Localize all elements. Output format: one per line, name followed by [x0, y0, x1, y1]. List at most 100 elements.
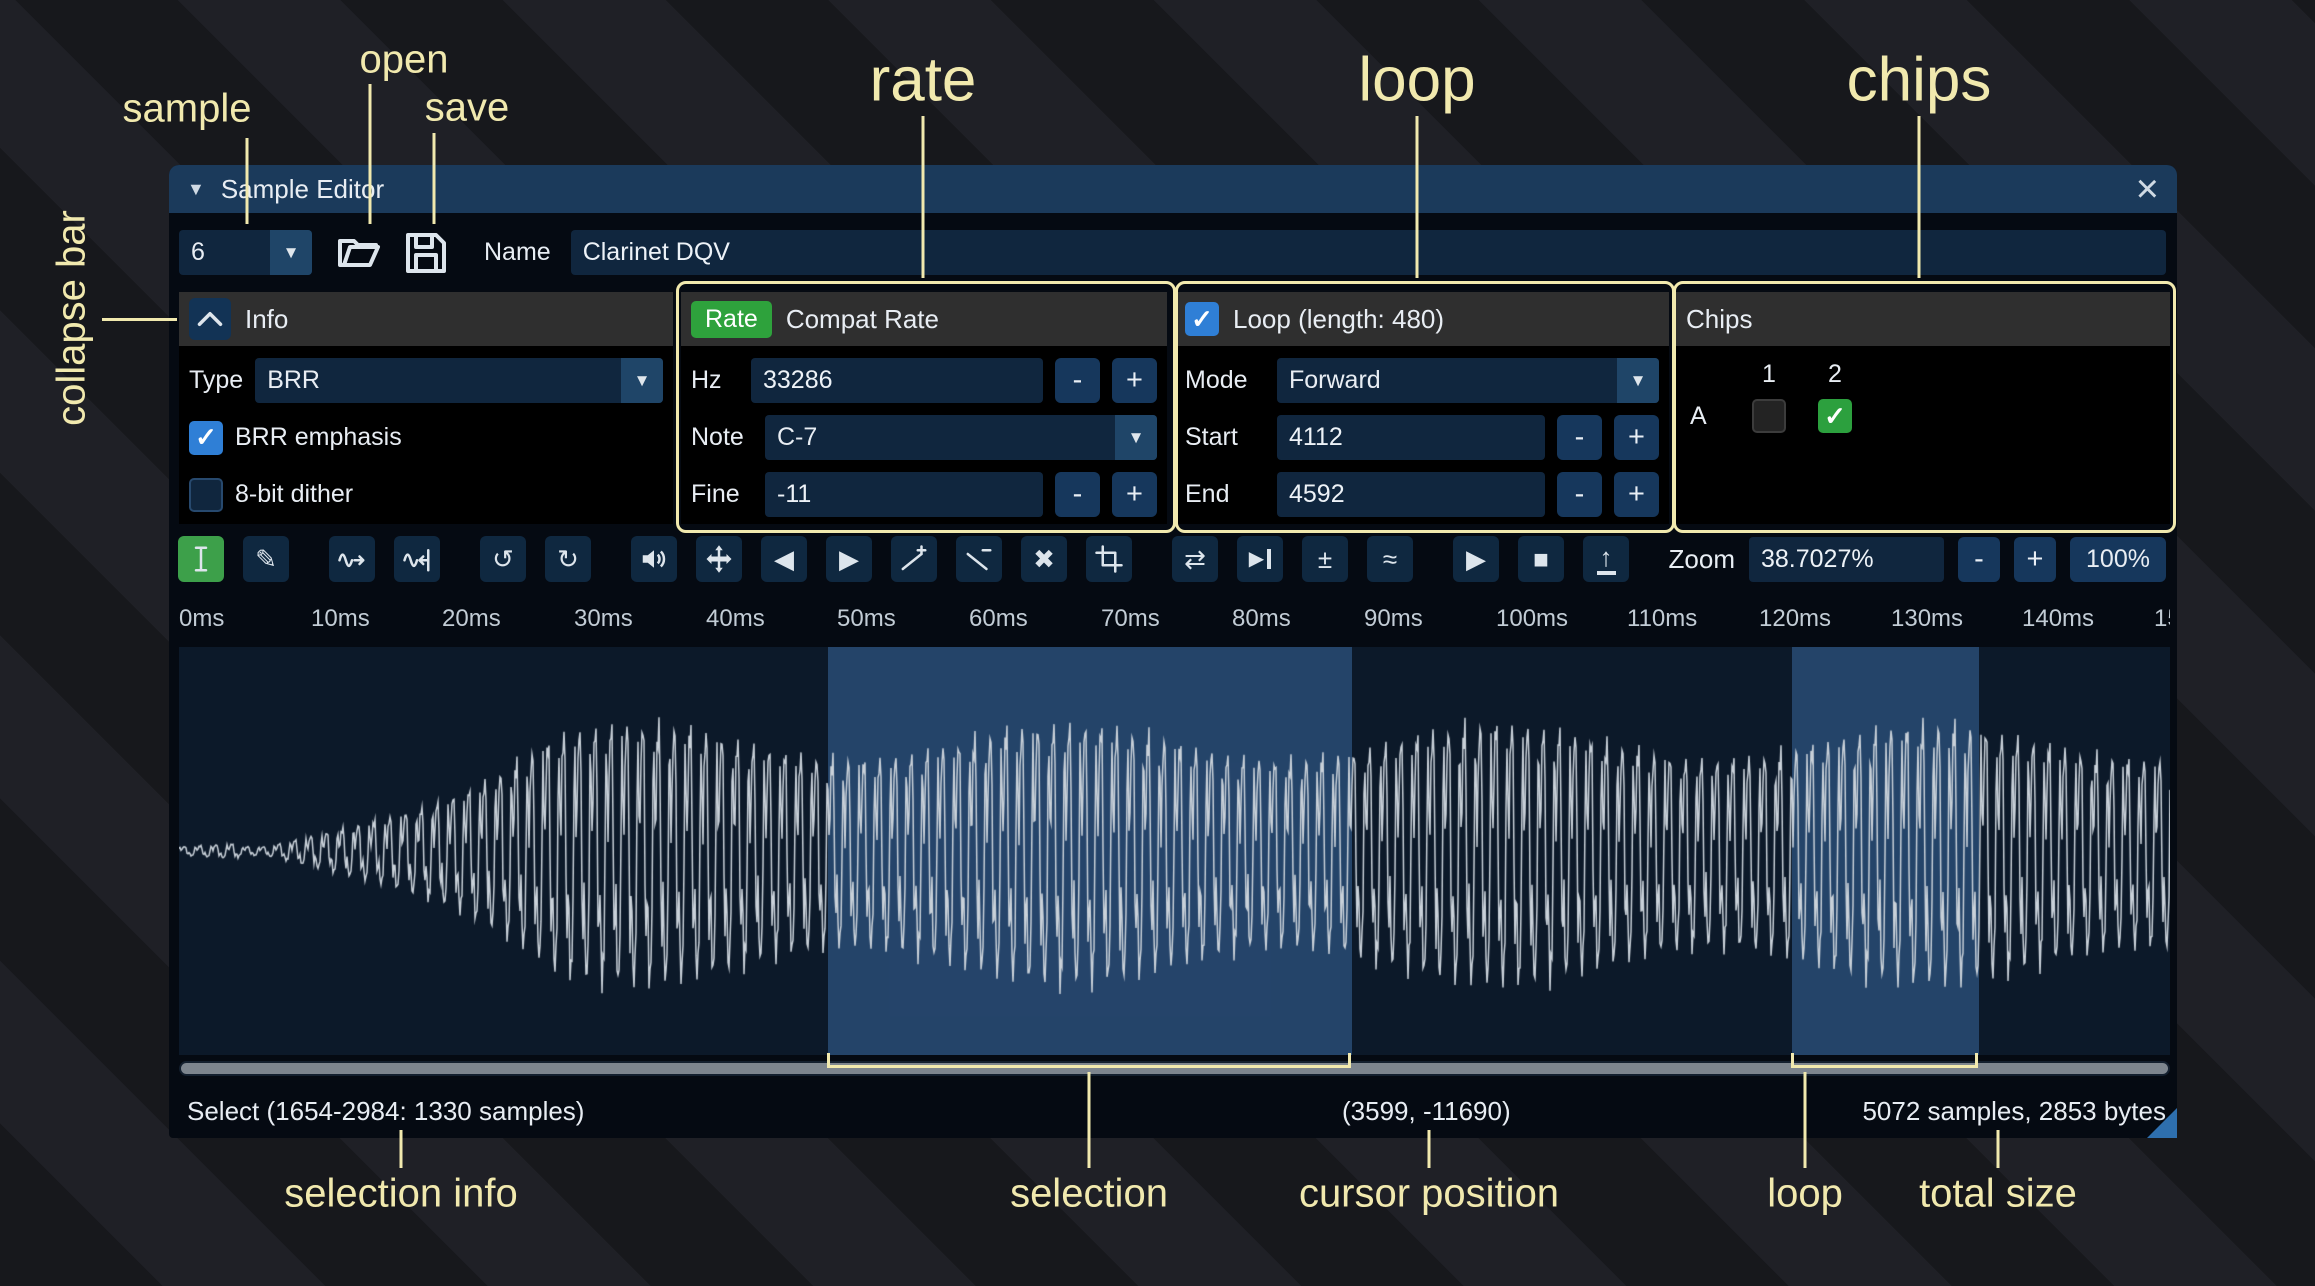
- chevron-down-icon[interactable]: ▼: [621, 358, 663, 403]
- stop-icon: ■: [1533, 544, 1549, 575]
- annotation-cursor-position: cursor position: [1299, 1172, 1559, 1217]
- open-button[interactable]: [336, 230, 384, 275]
- normalize-button[interactable]: [696, 536, 742, 582]
- pencil-icon: ✎: [255, 544, 277, 575]
- ruler-label: 70ms: [1101, 605, 1160, 633]
- type-dropdown[interactable]: BRR ▼: [255, 358, 663, 403]
- save-button[interactable]: [402, 230, 450, 275]
- resample-button[interactable]: [394, 536, 440, 582]
- header-row: 6 ▼ Name Clarinet DQV: [169, 228, 2177, 277]
- draw-tool-button[interactable]: ✎: [243, 536, 289, 582]
- sign-invert-button[interactable]: ±: [1302, 536, 1348, 582]
- zoom-input[interactable]: 38.7027%: [1749, 537, 1944, 582]
- ruler-label: 30ms: [574, 605, 633, 633]
- time-ruler[interactable]: 0ms 10ms 20ms 30ms 40ms 50ms 60ms 70ms 8…: [179, 599, 2170, 641]
- four-arrows-icon: [704, 544, 734, 574]
- close-icon[interactable]: ×: [2136, 169, 2159, 209]
- ruler-label: 140ms: [2022, 605, 2094, 633]
- swap-arrows-icon: ⇄: [1184, 544, 1206, 575]
- select-tool-button[interactable]: [178, 536, 224, 582]
- sample-number-value: 6: [179, 230, 270, 275]
- open-folder-icon: [336, 229, 384, 277]
- annotation-save: save: [425, 86, 510, 131]
- annotation-selection-bracket: [827, 1053, 1351, 1068]
- selection-info-text: Select (1654-2984: 1330 samples): [187, 1096, 584, 1127]
- cursor-position-text: (3599, -11690): [1342, 1096, 1511, 1127]
- name-input[interactable]: Clarinet DQV: [571, 230, 2166, 275]
- chevron-down-icon[interactable]: ▼: [270, 230, 312, 275]
- ruler-label: 20ms: [442, 605, 501, 633]
- redo-button[interactable]: ↻: [545, 536, 591, 582]
- reverse-button[interactable]: ◀: [761, 536, 807, 582]
- brr-emphasis-label: BRR emphasis: [235, 423, 402, 452]
- sample-number-dropdown[interactable]: 6 ▼: [179, 230, 312, 275]
- ruler-label: 120ms: [1759, 605, 1831, 633]
- fade-in-button[interactable]: [891, 536, 937, 582]
- filter-button[interactable]: ≈: [1367, 536, 1413, 582]
- waveform-canvas[interactable]: [179, 647, 2170, 1055]
- info-panel: Info Type BRR ▼ ✓ BRR emphasis 8-bit dit…: [179, 292, 673, 524]
- play-icon: ▶: [1466, 544, 1486, 575]
- ibeam-cursor-icon: [186, 544, 216, 574]
- annotation-line: [1918, 116, 1921, 278]
- preview-stop-button[interactable]: ■: [1518, 536, 1564, 582]
- ruler-label: 50ms: [837, 605, 896, 633]
- annotation-sample: sample: [123, 87, 252, 132]
- chevron-up-icon: [189, 298, 231, 340]
- step-forward-icon: ▶: [1249, 549, 1271, 569]
- annotation-loop-bottom: loop: [1767, 1172, 1843, 1217]
- apply-silence-button[interactable]: ▶: [1237, 536, 1283, 582]
- ruler-label: 90ms: [1364, 605, 1423, 633]
- annotation-line: [1088, 1072, 1091, 1168]
- ruler-label: 80ms: [1232, 605, 1291, 633]
- preview-play-button[interactable]: ▶: [1453, 536, 1499, 582]
- toolbar: ✎ ↺ ↻ ◀ ▶ ✖ ⇄ ▶ ± ≈ ▶ ■ ↑ Zoom 38.7027% …: [169, 536, 2177, 582]
- ruler-label: 40ms: [706, 605, 765, 633]
- collapse-bar-button[interactable]: [189, 298, 231, 340]
- ruler-label: 130ms: [1891, 605, 1963, 633]
- redo-icon: ↻: [557, 544, 579, 575]
- waveform-view[interactable]: [179, 647, 2170, 1055]
- annotation-line: [1428, 1130, 1431, 1168]
- zoom-in-button[interactable]: +: [2014, 537, 2056, 582]
- resize-grip[interactable]: [2147, 1108, 2177, 1138]
- annotation-line: [1997, 1130, 2000, 1168]
- undo-button[interactable]: ↺: [480, 536, 526, 582]
- resize-button[interactable]: [329, 536, 375, 582]
- delete-x-icon: ✖: [1033, 544, 1055, 575]
- zoom-out-button[interactable]: -: [1958, 537, 2000, 582]
- ruler-label: 60ms: [969, 605, 1028, 633]
- annotation-loop: loop: [1358, 45, 1475, 116]
- annotation-line: [400, 1130, 403, 1168]
- annotation-line: [246, 138, 249, 224]
- delete-button[interactable]: ✖: [1021, 536, 1067, 582]
- annotation-rate: rate: [870, 45, 977, 116]
- dither-checkbox[interactable]: [189, 478, 223, 512]
- window-collapse-icon[interactable]: ▼: [187, 179, 205, 200]
- zoom-reset-button[interactable]: 100%: [2070, 537, 2166, 582]
- annotation-chips: chips: [1847, 45, 1992, 116]
- save-floppy-icon: [402, 229, 450, 277]
- invert-button[interactable]: ▶: [826, 536, 872, 582]
- upload-icon: ↑: [1597, 544, 1616, 575]
- titlebar[interactable]: ▼ Sample Editor ×: [169, 165, 2177, 213]
- insert-silence-button[interactable]: ⇄: [1172, 536, 1218, 582]
- annotation-selection-info: selection info: [284, 1172, 517, 1217]
- import-button[interactable]: ↑: [1583, 536, 1629, 582]
- plus-minus-icon: ±: [1318, 544, 1332, 575]
- fade-in-icon: [899, 544, 929, 574]
- triangle-left-icon: ◀: [774, 544, 794, 575]
- filter-wave-icon: ≈: [1383, 544, 1397, 575]
- check-icon: ✓: [195, 422, 217, 453]
- brr-emphasis-checkbox[interactable]: ✓: [189, 421, 223, 455]
- fade-out-button[interactable]: [956, 536, 1002, 582]
- ruler-label: 100ms: [1496, 605, 1568, 633]
- dither-label: 8-bit dither: [235, 480, 353, 509]
- annotation-total-size: total size: [1919, 1172, 2077, 1217]
- undo-icon: ↺: [492, 544, 514, 575]
- trim-button[interactable]: [1086, 536, 1132, 582]
- annotation-chips-outline: [1673, 281, 2176, 533]
- annotation-line: [369, 84, 372, 224]
- amplify-button[interactable]: [631, 536, 677, 582]
- speaker-icon: [639, 544, 669, 574]
